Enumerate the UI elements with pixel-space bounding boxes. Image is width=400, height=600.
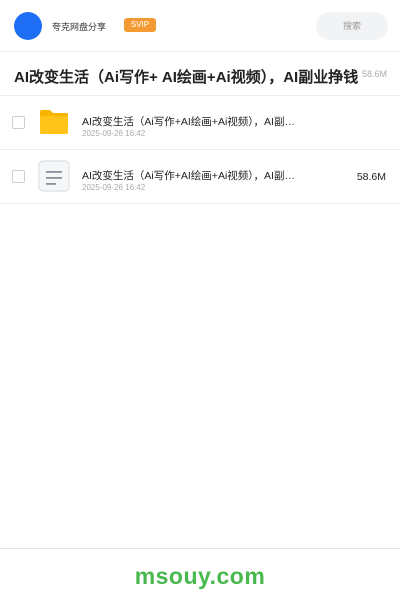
- file-row[interactable]: AI改变生活（Ai写作+AI绘画+Ai视频），AI副业挣钱 2025-09-26…: [0, 150, 400, 204]
- footer: msouy.com: [0, 548, 400, 600]
- folder-size: 58.6M: [361, 69, 387, 79]
- app-title: 夸克网盘分享: [52, 22, 107, 32]
- file-size: 58.6M: [356, 171, 386, 183]
- file-checkbox[interactable]: [12, 116, 25, 129]
- file-name: AI改变生活（Ai写作+AI绘画+Ai视频），AI副业挣钱: [82, 170, 302, 182]
- folder-title: AI改变生活（Ai写作+ AI绘画+Ai视频），AI副业挣钱: [14, 69, 359, 86]
- watermark-text: msouy.com: [134, 563, 266, 589]
- search-input[interactable]: [316, 12, 388, 40]
- header-bar: 夸克网盘分享 SVIP: [0, 0, 400, 52]
- folder-header: AI改变生活（Ai写作+ AI绘画+Ai视频），AI副业挣钱 58.6M: [0, 52, 400, 96]
- svip-badge: SVIP: [124, 18, 156, 32]
- file-date: 2025-09-26 16:42: [82, 129, 146, 138]
- file-checkbox[interactable]: [12, 170, 25, 183]
- file-name: AI改变生活（Ai写作+AI绘画+Ai视频），AI副业挣钱: [82, 116, 302, 128]
- file-row[interactable]: AI改变生活（Ai写作+AI绘画+Ai视频），AI副业挣钱 2025-09-26…: [0, 96, 400, 150]
- file-date: 2025-09-26 16:42: [82, 183, 146, 192]
- avatar[interactable]: [14, 12, 42, 40]
- document-icon: [38, 160, 70, 192]
- folder-icon: [40, 110, 68, 134]
